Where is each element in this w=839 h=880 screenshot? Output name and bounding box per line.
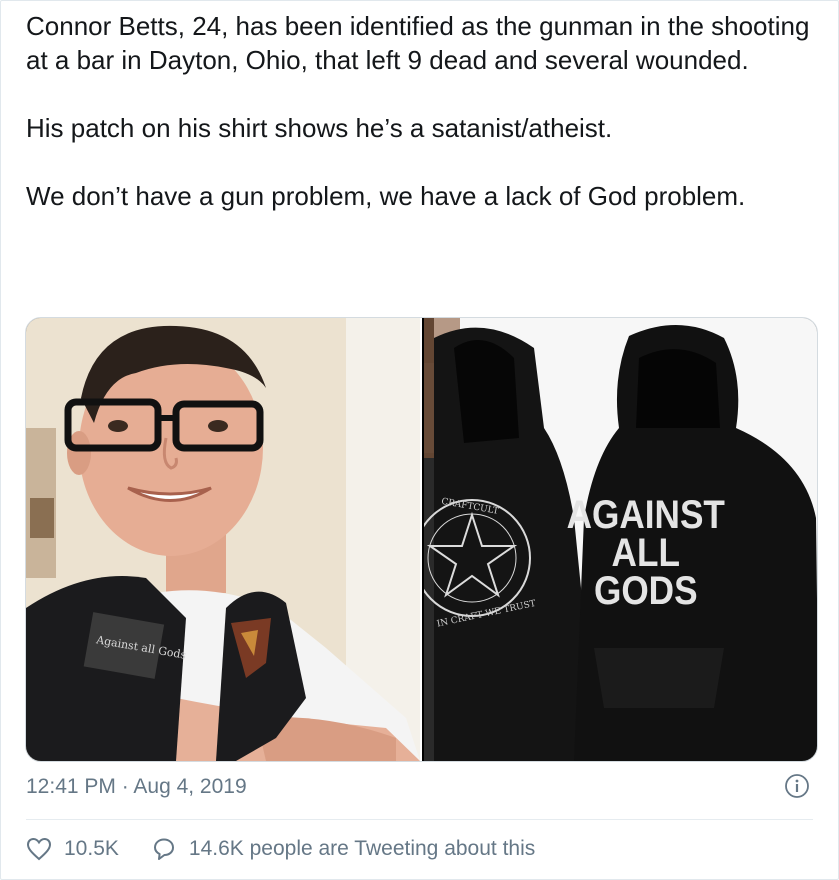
like-button[interactable]: 10.5K xyxy=(26,837,119,861)
like-count: 10.5K xyxy=(64,837,119,860)
tweeting-about-text: 14.6K people are Tweeting about this xyxy=(188,837,536,860)
tweet-media[interactable]: Against all Gods CRAFTCULT IN CRAFT WE T… xyxy=(25,317,818,762)
tweeting-about-link[interactable]: 14.6K people are Tweeting about this xyxy=(151,837,535,861)
hoodie-photo-illustration: CRAFTCULT IN CRAFT WE TRUST AGAINST ALL … xyxy=(424,318,817,761)
heart-icon xyxy=(26,837,52,861)
divider xyxy=(26,819,813,820)
photo-man-in-vest[interactable]: Against all Gods xyxy=(26,318,420,761)
media-divider xyxy=(420,318,422,761)
tweet-paragraph-1: Connor Betts, 24, has been identified as… xyxy=(26,11,810,75)
info-icon[interactable] xyxy=(784,773,810,799)
tweet-paragraph-2: His patch on his shirt shows he’s a sata… xyxy=(26,113,613,143)
comment-icon xyxy=(153,838,174,860)
tweet-timestamp[interactable]: 12:41 PM · Aug 4, 2019 xyxy=(26,775,247,799)
tweet-card: Connor Betts, 24, has been identified as… xyxy=(0,0,839,880)
photo-hoodies[interactable]: CRAFTCULT IN CRAFT WE TRUST AGAINST ALL … xyxy=(424,318,817,761)
tweet-actions: 10.5K 14.6K people are Tweeting about th… xyxy=(26,837,567,861)
tweet-paragraph-3: We don’t have a gun problem, we have a l… xyxy=(26,181,746,211)
back-print-line-3: GODS xyxy=(594,568,698,613)
man-photo-illustration: Against all Gods xyxy=(26,318,420,761)
tweet-text: Connor Betts, 24, has been identified as… xyxy=(26,9,816,213)
